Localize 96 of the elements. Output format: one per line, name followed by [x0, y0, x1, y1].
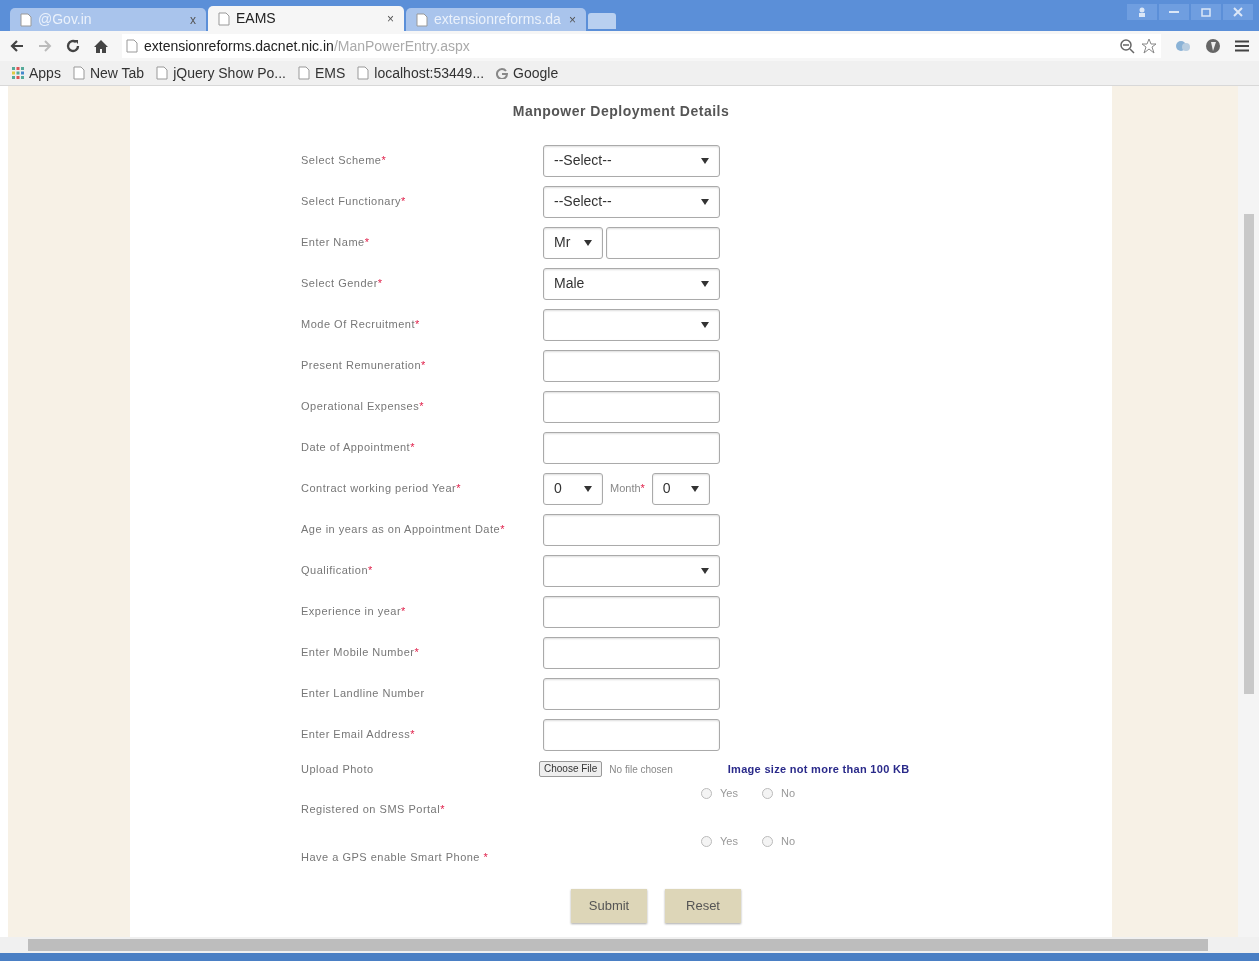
- dropdown[interactable]: --Select--: [543, 144, 720, 177]
- browser-tab[interactable]: @Gov.in x: [10, 8, 206, 31]
- radio-button[interactable]: [761, 835, 773, 847]
- extension-icon[interactable]: [1175, 39, 1191, 53]
- input-field[interactable]: [543, 390, 720, 423]
- page-icon: [357, 66, 370, 80]
- caret-icon: [690, 485, 699, 492]
- close-icon[interactable]: ×: [569, 10, 576, 29]
- page-icon: [126, 39, 138, 53]
- field-label: Registered on SMS Portal*: [301, 802, 446, 817]
- dropdown[interactable]: [543, 308, 720, 341]
- reload-icon[interactable]: [66, 39, 80, 53]
- page-icon: [416, 12, 428, 27]
- close-icon[interactable]: [1223, 4, 1253, 20]
- input-field[interactable]: [543, 513, 720, 546]
- page-icon: [20, 12, 32, 27]
- vertical-scrollbar[interactable]: [1238, 86, 1259, 937]
- maximize-icon[interactable]: [1191, 4, 1221, 20]
- field-label: Age in years as on Appointment Date*: [301, 522, 506, 538]
- input-field[interactable]: [543, 718, 720, 751]
- reset-button[interactable]: Reset: [665, 889, 741, 923]
- forward-icon[interactable]: [38, 40, 52, 52]
- radio-button[interactable]: [761, 787, 773, 799]
- input-field[interactable]: [543, 349, 720, 382]
- field-label: Enter Mobile Number*: [301, 645, 421, 661]
- address-bar[interactable]: extensionreforms.dacnet.nic.in/ManPowerEntry.aspx: [122, 34, 1161, 58]
- home-icon[interactable]: [94, 39, 108, 53]
- input-field[interactable]: [543, 431, 720, 464]
- submit-button[interactable]: Submit: [571, 889, 647, 923]
- bookmark-item[interactable]: Apps: [12, 62, 61, 84]
- bookmark-item[interactable]: New Tab: [72, 62, 145, 84]
- page-icon: [156, 66, 169, 80]
- field-label: Present Remuneration*: [301, 358, 427, 374]
- dropdown[interactable]: [543, 554, 720, 587]
- file-status: No file chosen: [609, 762, 673, 777]
- minimize-icon[interactable]: [1159, 4, 1189, 20]
- caret-icon: [584, 485, 592, 492]
- field-label: Mode Of Recruitment*: [301, 317, 421, 333]
- close-icon[interactable]: ×: [387, 9, 394, 28]
- menu-icon[interactable]: [1235, 40, 1249, 52]
- page-icon: [72, 66, 85, 80]
- bookmark-item[interactable]: Google: [496, 62, 559, 84]
- apps-icon: [12, 67, 24, 79]
- field-label: Qualification*: [301, 563, 374, 579]
- dropdown[interactable]: 0: [543, 472, 603, 505]
- shield-icon[interactable]: [1205, 38, 1221, 54]
- field-label: Select Scheme*: [301, 153, 388, 169]
- url-text: extensionreforms.dacnet.nic.in/ManPowerEntry.aspx: [144, 36, 470, 56]
- field-label: Select Functionary*: [301, 194, 407, 210]
- tab-title: @Gov.in: [38, 10, 93, 29]
- bookmark-item[interactable]: EMS: [297, 62, 346, 84]
- close-icon[interactable]: x: [190, 10, 196, 29]
- field-label: Enter Email Address*: [301, 727, 416, 743]
- caret-icon: [701, 157, 709, 164]
- dropdown[interactable]: Mr: [543, 226, 603, 259]
- dropdown[interactable]: 0: [651, 472, 710, 505]
- caret-icon: [584, 239, 592, 246]
- tab-title: extensionreforms.da: [434, 10, 562, 29]
- caret-icon: [701, 321, 709, 328]
- field-label: Month*: [610, 481, 645, 497]
- dropdown[interactable]: --Select--: [543, 185, 720, 218]
- browser-tab[interactable]: extensionreforms.da ×: [406, 8, 586, 31]
- input-field[interactable]: [606, 226, 720, 259]
- field-label: Date of Appointment*: [301, 440, 416, 456]
- radio-button[interactable]: [701, 835, 712, 847]
- caret-icon: [701, 198, 709, 205]
- field-label: Select Gender*: [301, 276, 384, 292]
- caret-icon: [701, 567, 709, 574]
- tab-title: EAMS: [236, 9, 277, 28]
- radio-button[interactable]: [701, 787, 712, 799]
- horizontal-scrollbar[interactable]: [0, 937, 1259, 953]
- choose-file-button[interactable]: Choose File: [539, 761, 603, 777]
- dropdown[interactable]: Male: [543, 267, 720, 300]
- bookmark-item[interactable]: jQuery Show Po...: [156, 62, 286, 84]
- browser-tab[interactable]: EAMS ×: [208, 6, 404, 31]
- bookmark-item[interactable]: localhost:53449...: [357, 62, 485, 84]
- star-icon[interactable]: [1141, 38, 1157, 54]
- page-icon: [218, 11, 230, 26]
- form-title: Manpower Deployment Details: [512, 102, 730, 121]
- field-label: Contract working period Year*: [301, 481, 463, 497]
- field-label: Experience in year*: [301, 604, 407, 620]
- input-field[interactable]: [543, 677, 720, 710]
- back-icon[interactable]: [10, 40, 24, 52]
- field-label: Upload Photo: [301, 761, 375, 777]
- google-icon: [496, 67, 509, 79]
- field-label: Enter Landline Number: [301, 686, 426, 702]
- field-label: Enter Name*: [301, 235, 371, 251]
- input-field[interactable]: [543, 595, 720, 628]
- input-field[interactable]: [543, 636, 720, 669]
- field-label: Operational Expenses*: [301, 399, 425, 415]
- user-icon[interactable]: [1127, 4, 1157, 20]
- size-note: Image size not more than 100 KB: [727, 761, 910, 777]
- zoom-icon[interactable]: [1119, 38, 1135, 54]
- page-icon: [297, 66, 310, 80]
- caret-icon: [701, 280, 709, 287]
- field-label: Have a GPS enable Smart Phone *: [301, 850, 490, 865]
